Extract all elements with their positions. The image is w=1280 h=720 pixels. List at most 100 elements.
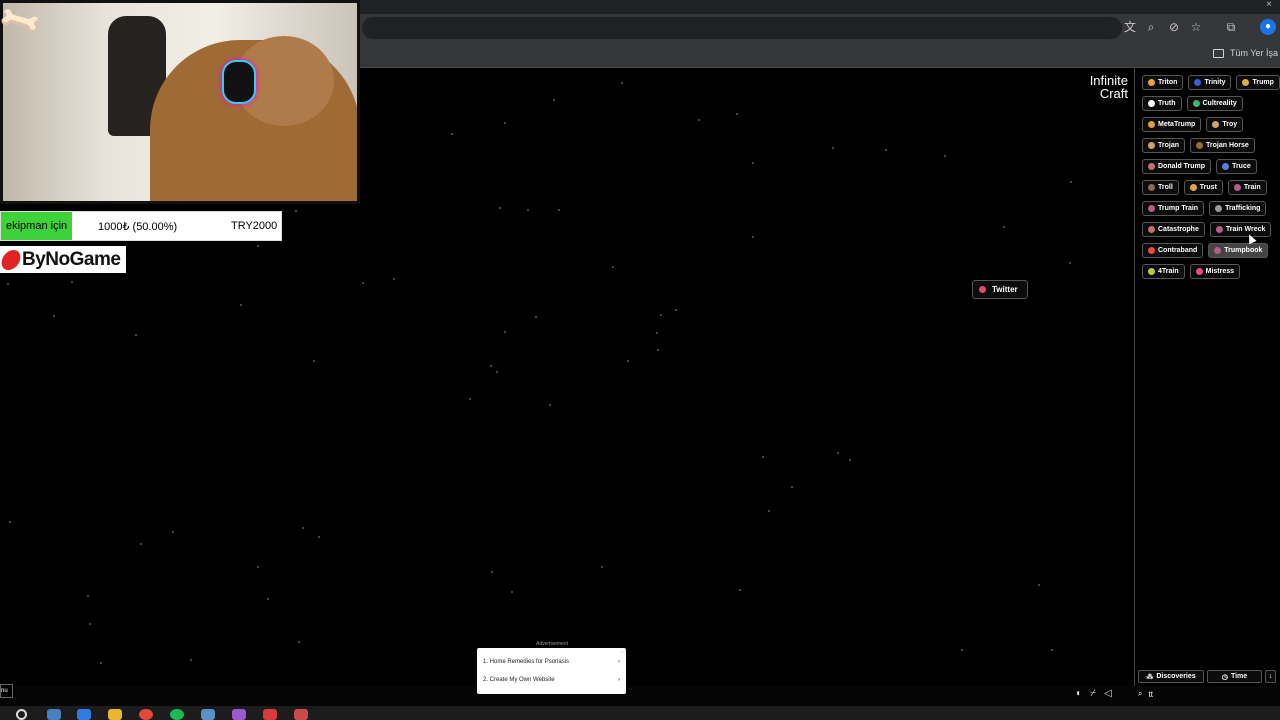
ad-row[interactable]: 2. Create My Own Website › bbox=[480, 673, 623, 687]
star-icon[interactable]: ☆ bbox=[1188, 19, 1204, 35]
sidebar-item[interactable]: Train Wreck bbox=[1209, 222, 1272, 237]
star-dot bbox=[535, 316, 537, 318]
search-input[interactable]: tt bbox=[1148, 690, 1152, 699]
star-dot bbox=[675, 309, 677, 311]
sidebar-item-label: Catastrophe bbox=[1158, 226, 1199, 233]
sidebar-item[interactable]: Trump bbox=[1236, 75, 1280, 90]
sidebar-item-label: 4Train bbox=[1158, 268, 1179, 275]
star-dot bbox=[627, 360, 629, 362]
sidebar-item[interactable]: Trinity bbox=[1188, 75, 1232, 90]
sidebar-item[interactable]: Train bbox=[1227, 180, 1267, 195]
infinite-craft-logo: Infinite Craft bbox=[1084, 74, 1128, 100]
element-emoji-icon bbox=[1189, 184, 1197, 191]
all-bookmarks-button[interactable]: Tüm Yer İşa bbox=[1212, 48, 1278, 58]
ad-row-label: 2. Create My Own Website bbox=[483, 677, 555, 683]
sidebar-footer: ⁂ Discoveries ◷ Time ↓ bbox=[1138, 670, 1280, 684]
sort-direction-button[interactable]: ↓ bbox=[1265, 670, 1276, 683]
mini-label: nu bbox=[0, 684, 13, 698]
app-icon[interactable] bbox=[201, 709, 215, 720]
profile-icon[interactable]: ● bbox=[1260, 19, 1276, 35]
sidebar-item[interactable]: 4Train bbox=[1142, 264, 1185, 279]
star-dot bbox=[791, 486, 793, 488]
store-icon[interactable] bbox=[77, 709, 91, 720]
stage-element-twitter[interactable]: Twitter bbox=[972, 280, 1028, 299]
star-dot bbox=[190, 659, 192, 661]
star-dot bbox=[885, 149, 887, 151]
donation-goal: TRY2000 bbox=[231, 220, 278, 232]
discoveries-icon: ⁂ bbox=[1146, 673, 1154, 681]
star-dot bbox=[511, 591, 513, 593]
game-icon[interactable] bbox=[294, 709, 308, 720]
donation-goal-bar: ekipman için 1000₺ (50.00%) TRY2000 bbox=[0, 211, 282, 241]
chrome-icon[interactable] bbox=[139, 709, 153, 720]
sort-time-button[interactable]: ◷ Time bbox=[1207, 670, 1262, 683]
sidebar-item[interactable]: MetaTrump bbox=[1142, 117, 1202, 132]
sidebar-item[interactable]: Troll bbox=[1142, 180, 1179, 195]
sidebar-item[interactable]: Truth bbox=[1142, 96, 1182, 111]
settings-icon[interactable] bbox=[47, 709, 61, 720]
sidebar-item[interactable]: Mistress bbox=[1189, 264, 1241, 279]
element-emoji-icon bbox=[1148, 121, 1155, 128]
dark-mode-icon[interactable]: ◐ bbox=[1076, 688, 1082, 699]
translate-icon[interactable]: 文 bbox=[1122, 19, 1138, 35]
sidebar-item[interactable]: Catastrophe bbox=[1142, 222, 1205, 237]
address-bar[interactable] bbox=[362, 17, 1122, 39]
star-dot bbox=[135, 334, 137, 336]
element-emoji-icon bbox=[1148, 142, 1155, 149]
star-dot bbox=[698, 119, 700, 121]
sound-icon[interactable]: ◁ bbox=[1104, 688, 1112, 699]
star-dot bbox=[504, 122, 506, 124]
star-dot bbox=[490, 365, 492, 367]
sidebar-item[interactable]: Trafficking bbox=[1209, 201, 1267, 216]
twitter-emoji-icon bbox=[979, 286, 986, 293]
star-dot bbox=[499, 207, 501, 209]
clock-icon: ◷ bbox=[1221, 673, 1228, 681]
sidebar-item[interactable]: Triton bbox=[1142, 75, 1184, 90]
star-dot bbox=[491, 571, 493, 573]
sidebar-item[interactable]: Trojan Horse bbox=[1190, 138, 1255, 153]
sidebar-item[interactable]: Contraband bbox=[1142, 243, 1204, 258]
star-dot bbox=[362, 282, 364, 284]
time-label: Time bbox=[1230, 673, 1248, 680]
webcam-frame bbox=[0, 0, 360, 204]
element-emoji-icon bbox=[1148, 79, 1155, 86]
logo-line-2: Craft bbox=[1099, 86, 1128, 101]
sidebar-item-label: Cultreality bbox=[1202, 100, 1237, 107]
sidebar-item[interactable]: Trumpbook bbox=[1208, 243, 1269, 258]
eye-off-icon[interactable]: ⊘ bbox=[1166, 19, 1182, 35]
element-emoji-icon bbox=[1233, 184, 1241, 191]
sidebar-item[interactable]: Cultreality bbox=[1186, 96, 1243, 111]
element-emoji-icon bbox=[1148, 100, 1155, 107]
close-icon[interactable]: × bbox=[1266, 0, 1272, 10]
zoom-icon[interactable]: ⌕ bbox=[1143, 19, 1159, 35]
all-bookmarks-label: Tüm Yer İşa bbox=[1229, 48, 1278, 58]
sidebar-item[interactable]: Truce bbox=[1216, 159, 1257, 174]
star-dot bbox=[527, 209, 529, 211]
search-icon[interactable] bbox=[16, 709, 27, 720]
sidebar-item[interactable]: Donald Trump bbox=[1142, 159, 1212, 174]
element-emoji-icon bbox=[1242, 79, 1250, 86]
star-dot bbox=[172, 531, 174, 533]
discoveries-label: Discoveries bbox=[1156, 673, 1196, 680]
spotify-icon[interactable] bbox=[170, 709, 184, 720]
sidebar-item[interactable]: Trojan bbox=[1142, 138, 1186, 153]
sidebar-item[interactable]: Trump Train bbox=[1142, 201, 1205, 216]
discord-icon[interactable] bbox=[232, 709, 246, 720]
star-dot bbox=[762, 456, 764, 458]
element-emoji-icon bbox=[1215, 205, 1223, 212]
clear-broom-icon[interactable]: ⌿ bbox=[1090, 688, 1096, 699]
sidebar-item[interactable]: Troy bbox=[1206, 117, 1244, 132]
search-row[interactable]: ⌕ tt bbox=[1138, 688, 1280, 700]
sidebar-item[interactable]: Trust bbox=[1183, 180, 1223, 195]
ad-choices-icon[interactable]: ▷ bbox=[621, 649, 624, 654]
obs-icon[interactable] bbox=[263, 709, 277, 720]
sidebar-item-label: Truth bbox=[1158, 100, 1176, 107]
sidebar-item-label: Triton bbox=[1158, 79, 1178, 86]
advertisement[interactable]: ▷ 1. Home Remedies for Psoriasis › 2. Cr… bbox=[477, 648, 626, 694]
element-emoji-icon bbox=[1148, 268, 1155, 275]
discoveries-button[interactable]: ⁂ Discoveries bbox=[1138, 670, 1204, 683]
ad-row[interactable]: 1. Home Remedies for Psoriasis › bbox=[480, 655, 623, 669]
sidebar-item-label: Troll bbox=[1158, 184, 1173, 191]
folder-icon[interactable] bbox=[108, 709, 122, 720]
extensions-icon[interactable]: ⧉ bbox=[1223, 19, 1239, 35]
